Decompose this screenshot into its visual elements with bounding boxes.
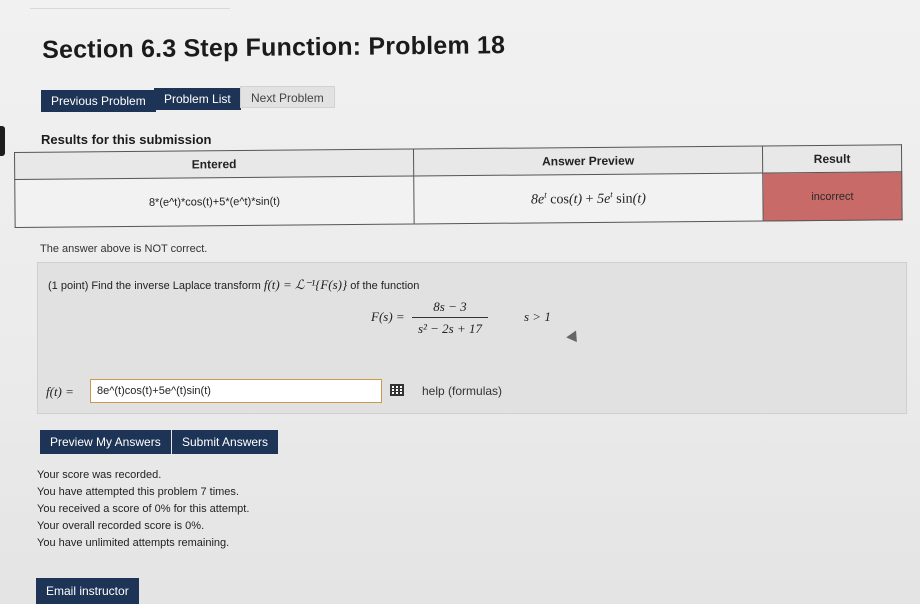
top-edge (30, 0, 230, 9)
score-line: You received a score of 0% for this atte… (37, 503, 250, 515)
mouse-cursor-icon (566, 330, 582, 346)
answer-input[interactable] (90, 379, 382, 403)
preview-plus: + (582, 191, 598, 208)
problem-box: (1 point) Find the inverse Laplace trans… (37, 262, 907, 414)
problem-list-button[interactable]: Problem List (154, 88, 241, 110)
equation-editor-icon[interactable] (390, 384, 404, 396)
preview-arg2: (t) (632, 191, 646, 207)
problem-prompt-end: of the function (350, 280, 420, 292)
preview-exp2: t (610, 189, 613, 200)
page-title: Section 6.3 Step Function: Problem 18 (42, 31, 506, 64)
result-incorrect-cell: incorrect (762, 172, 903, 221)
header-entered: Entered (14, 149, 414, 180)
submit-answers-button[interactable]: Submit Answers (172, 430, 279, 454)
problem-points: (1 point) (48, 280, 89, 292)
problem-prompt-math: f(t) = ℒ⁻¹{F(s)} (263, 277, 348, 292)
answer-preview-cell: 8et cos(t) + 5et sin(t) (413, 173, 764, 225)
entered-cell: 8*(e^t)*cos(t)+5*(e^t)*sin(t) (14, 176, 415, 228)
header-result: Result (762, 144, 902, 174)
domain-condition: s > 1 (524, 309, 551, 324)
problem-prompt-start: Find the inverse Laplace transform (91, 280, 261, 292)
fraction-numerator: 8s − 3 (411, 299, 488, 318)
preview-coef2: 5e (596, 191, 611, 207)
preview-coef1: 8e (530, 192, 545, 208)
email-instructor-button[interactable]: Email instructor (36, 578, 139, 604)
fraction-denominator: s² − 2s + 17 (417, 321, 482, 336)
score-line: You have unlimited attempts remaining. (37, 537, 230, 549)
preview-answers-button[interactable]: Preview My Answers (40, 430, 171, 454)
table-row: 8*(e^t)*cos(t)+5*(e^t)*sin(t) 8et cos(t)… (14, 172, 903, 228)
fraction: 8s − 3 s² − 2s + 17 (411, 299, 488, 337)
next-problem-button[interactable]: Next Problem (240, 86, 335, 108)
preview-func1: cos (550, 192, 569, 208)
score-line: You have attempted this problem 7 times. (37, 486, 239, 498)
answer-preview: 8et cos(t) + 5et sin(t) (530, 189, 646, 208)
previous-problem-button[interactable]: Previous Problem (41, 90, 156, 112)
preview-exp1: t (544, 189, 547, 200)
score-line: Your score was recorded. (37, 469, 162, 481)
score-summary: Your score was recorded. You have attemp… (37, 467, 249, 552)
laplace-function-equation: F(s) = 8s − 3 s² − 2s + 17 (371, 299, 488, 337)
preview-func2: sin (616, 191, 633, 207)
answer-label: f(t) = (46, 384, 74, 399)
results-heading: Results for this submission (41, 132, 212, 147)
preview-arg1: (t) (568, 192, 583, 208)
left-edge-marker (0, 126, 5, 156)
score-line: Your overall recorded score is 0%. (37, 520, 205, 532)
problem-statement: (1 point) Find the inverse Laplace trans… (48, 277, 419, 293)
help-formulas-link[interactable]: help (formulas) (422, 384, 502, 398)
results-table: Entered Answer Preview Result 8*(e^t)*co… (14, 144, 903, 228)
feedback-message: The answer above is NOT correct. (40, 243, 208, 255)
equation-lhs: F(s) = (371, 308, 405, 324)
header-answer-preview: Answer Preview (413, 145, 763, 177)
